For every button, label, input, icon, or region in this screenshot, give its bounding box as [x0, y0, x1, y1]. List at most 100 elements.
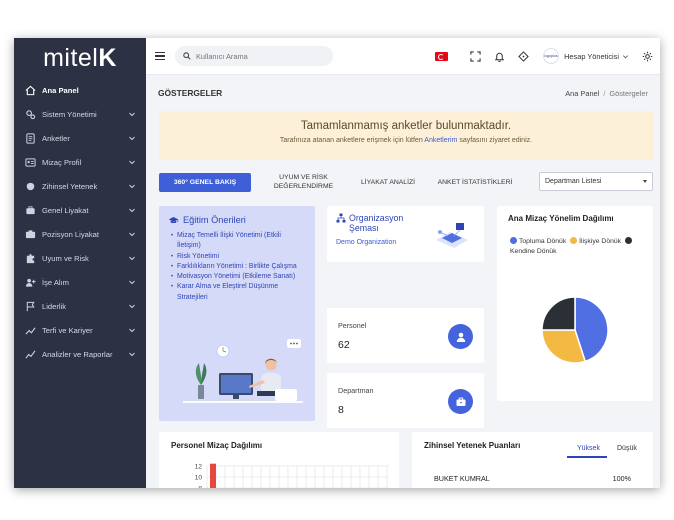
app-window: mitel K Ana Panel Sistem Yönetimi Anketler M…	[14, 38, 660, 488]
sidebar-item-label: Mizaç Profil	[42, 157, 82, 167]
department-select[interactable]: Departman Listesi	[539, 172, 653, 191]
education-title: Eğitim Önerileri	[168, 215, 315, 225]
alert-surveys-link[interactable]: Anketlerim	[424, 137, 457, 144]
search-input[interactable]	[196, 51, 326, 61]
alert-text-before: Tarafınıza atanan anketlere erişmek için…	[279, 137, 423, 144]
sidebar-item-10[interactable]: Terfi ve Kariyer	[14, 318, 146, 342]
chevron-down-icon	[129, 160, 135, 165]
page-header: GÖSTERGELER Ana Panel / Göstergeler	[146, 75, 660, 111]
sidebar-item-label: Anketler	[42, 133, 70, 143]
gears-icon	[25, 109, 36, 120]
pie-title: Ana Mizaç Yönelim Dağılımı	[508, 214, 614, 223]
legend-item-relation[interactable]: İlişkiye Dönük	[568, 237, 622, 245]
breadcrumb-home[interactable]: Ana Panel	[565, 89, 599, 98]
briefcase-icon	[448, 389, 473, 414]
education-item[interactable]: Mizaç Temelli İlişki Yönetimi (Etkili İl…	[171, 231, 299, 252]
turkish-flag-icon[interactable]	[435, 51, 449, 61]
sidebar-item-6[interactable]: Pozisyon Liyakat	[14, 222, 146, 246]
chart-line-icon	[25, 349, 36, 360]
brand-logo[interactable]: mitel K	[14, 38, 146, 78]
personnel-chart-title: Personel Mizaç Dağılımı	[171, 441, 263, 450]
education-item[interactable]: Motivasyon Yönetimi (Etkileme Sanatı)	[171, 272, 299, 283]
sidebar-item-label: Sistem Yönetimi	[42, 109, 97, 119]
sidebar-item-label: Genel Liyakat	[42, 205, 89, 215]
tab-high[interactable]: Yüksek	[577, 445, 600, 452]
account-menu[interactable]: logoplus Hesap Yöneticisi	[543, 48, 629, 64]
logo-accent: K	[98, 43, 117, 72]
account-label: Hesap Yöneticisi	[564, 51, 619, 61]
office-illustration	[183, 339, 303, 403]
education-recommendations-card: Eğitim Önerileri Mizaç Temelli İlişki Yö…	[159, 206, 315, 421]
personnel-count: 62	[338, 339, 350, 351]
chevron-down-icon	[129, 256, 135, 261]
pie-legend: Topluma Dönük İlişkiye Dönük Kendine Dön…	[510, 237, 650, 257]
career-icon	[25, 325, 36, 336]
sidebar-item-11[interactable]: Analizler ve Raporlar	[14, 342, 146, 366]
sidebar-item-label: Ana Panel	[42, 85, 79, 95]
avatar: logoplus	[543, 48, 560, 64]
education-item[interactable]: Karar Alma ve Eleştirel Düşünme Strateji…	[171, 282, 299, 303]
diamond-icon[interactable]	[517, 50, 529, 62]
legend-item-social[interactable]: Topluma Dönük	[510, 237, 567, 245]
home-icon	[25, 85, 36, 96]
sidebar-item-label: Analizler ve Raporlar	[42, 349, 113, 359]
legend-label: Topluma Dönük	[519, 238, 567, 245]
sidebar-item-7[interactable]: Uyum ve Risk	[14, 246, 146, 270]
tab-overview[interactable]: 360° GENEL BAKIŞ	[159, 172, 251, 192]
chevron-down-icon	[129, 352, 135, 357]
y-tick-label: 8	[198, 486, 202, 489]
sidebar-item-8[interactable]: İşe Alım	[14, 270, 146, 294]
sidebar-item-label: Terfi ve Kariyer	[42, 325, 93, 335]
y-tick-label: 10	[195, 475, 203, 482]
tab-compliance-risk[interactable]: UYUM VE RİSK DEĞERLENDİRME	[251, 173, 356, 191]
puzzle-icon	[25, 253, 36, 264]
chevron-down-icon	[129, 232, 135, 237]
briefcase-icon	[25, 205, 36, 216]
sidebar-item-9[interactable]: Liderlik	[14, 294, 146, 318]
graduation-cap-icon	[168, 216, 179, 223]
sidebar-item-1[interactable]: Sistem Yönetimi	[14, 102, 146, 126]
ability-row-value: 100%	[612, 474, 631, 483]
settings-gear-icon[interactable]	[641, 50, 653, 62]
education-item[interactable]: Risk Yönetimi	[171, 252, 299, 263]
legend-label: Kendine Dönük	[510, 248, 557, 255]
department-label: Departman	[338, 386, 374, 395]
fullscreen-icon[interactable]	[469, 50, 481, 62]
sidebar-nav: Ana Panel Sistem Yönetimi Anketler Mizaç Pr…	[14, 78, 146, 366]
tab-low[interactable]: Düşük	[617, 445, 637, 452]
bar[interactable]	[210, 463, 216, 488]
page-title: GÖSTERGELER	[158, 88, 223, 98]
topbar: logoplus Hesap Yöneticisi	[146, 38, 660, 75]
org-chart-card[interactable]: Organizasyon Şeması Demo Organization	[327, 206, 484, 262]
sidebar-item-4[interactable]: Zihinsel Yetenek	[14, 174, 146, 198]
education-title-text: Eğitim Önerileri	[183, 215, 246, 225]
org-network-illustration	[436, 223, 468, 248]
sidebar-item-2[interactable]: Anketler	[14, 126, 146, 150]
search-box[interactable]	[175, 46, 333, 66]
breadcrumb-current: Göstergeler	[609, 88, 648, 98]
pie-slice-2[interactable]	[541, 296, 576, 331]
sidebar-item-label: Pozisyon Liyakat	[42, 229, 99, 239]
sidebar-item-3[interactable]: Mizaç Profil	[14, 150, 146, 174]
bell-icon[interactable]	[493, 50, 505, 62]
tab-merit-analysis[interactable]: LİYAKAT ANALİZİ	[356, 178, 420, 187]
alert-title: Tamamlanmamış anketler bulunmaktadır.	[300, 120, 512, 132]
sidebar-item-0[interactable]: Ana Panel	[14, 78, 146, 102]
department-select-value: Departman Listesi	[545, 178, 602, 185]
ability-row-name: BUKET KUMRAL	[434, 474, 490, 483]
sidebar-item-label: Liderlik	[42, 301, 67, 311]
education-item[interactable]: Farklılıkların Yönetimi : Birlikte Çalış…	[171, 262, 299, 273]
ability-title: Zihinsel Yetenek Puanları	[424, 441, 521, 450]
personnel-stat-card: Personel 62	[327, 308, 484, 363]
alert-text: Tarafınıza atanan anketlere erişmek için…	[159, 137, 653, 144]
sidebar-item-5[interactable]: Genel Liyakat	[14, 198, 146, 222]
main-content: GÖSTERGELER Ana Panel / Göstergeler Tamaml…	[146, 75, 660, 488]
org-title-text: Organizasyon Şeması	[349, 213, 404, 233]
position-icon	[25, 229, 36, 240]
legend-label: İlişkiye Dönük	[579, 238, 622, 245]
menu-toggle-icon[interactable]	[155, 52, 165, 60]
user-icon	[448, 324, 473, 349]
department-count: 8	[338, 404, 344, 416]
chevron-down-icon	[623, 54, 628, 58]
tab-survey-stats[interactable]: ANKET İSTATİSTİKLERİ	[420, 178, 530, 187]
